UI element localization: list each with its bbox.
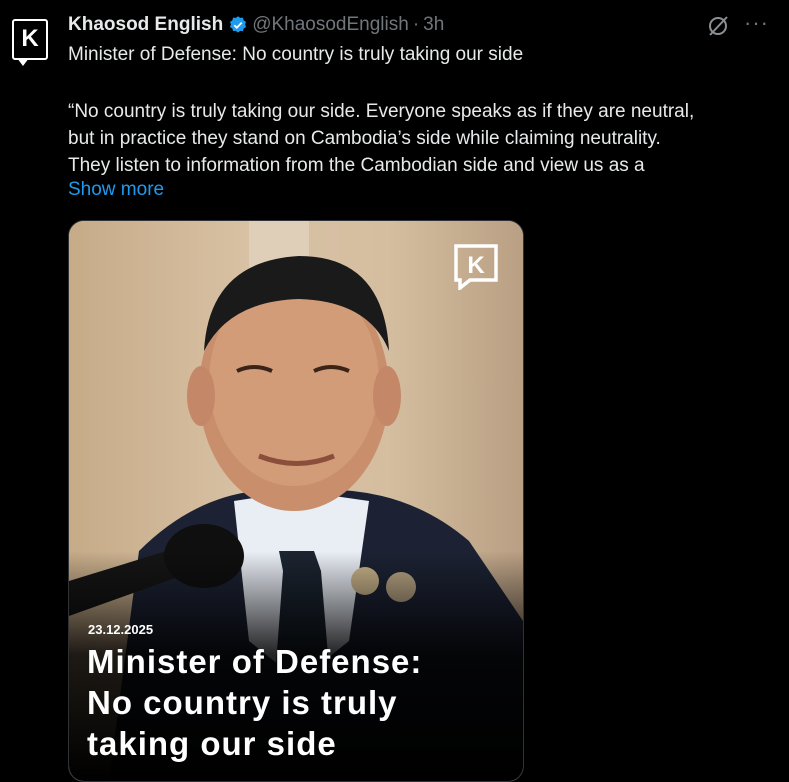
tweet-title: Minister of Defense: No country is truly… — [68, 44, 524, 65]
tweet-quote: “No country is truly taking our side. Ev… — [68, 98, 778, 179]
verified-badge-icon[interactable] — [228, 15, 248, 35]
quote-line: but in practice they stand on Cambodia’s… — [68, 128, 661, 149]
tweet-media[interactable]: K 23.12.2025 Minister of Defense: No cou… — [68, 220, 524, 782]
show-more-link[interactable]: Show more — [68, 179, 164, 201]
quote-line: “No country is truly taking our side. Ev… — [68, 101, 695, 122]
tweet-header: Khaosod English @KhaosodEnglish · 3h — [68, 14, 444, 36]
svg-text:K: K — [467, 252, 485, 279]
avatar-tail — [17, 58, 29, 66]
more-icon[interactable]: ··· — [744, 10, 769, 36]
headline-line: Minister of Defense: — [87, 643, 423, 680]
avatar-letter: K — [21, 25, 39, 52]
grok-icon[interactable] — [706, 14, 730, 38]
account-handle[interactable]: @KhaosodEnglish — [252, 14, 409, 36]
timestamp[interactable]: 3h — [423, 14, 444, 36]
media-headline: Minister of Defense: No country is truly… — [87, 641, 507, 764]
separator-dot: · — [412, 14, 420, 35]
khaosod-logo-icon: K — [454, 244, 498, 290]
quote-line: They listen to information from the Camb… — [68, 155, 645, 176]
headline-line: No country is truly — [87, 684, 398, 721]
account-name[interactable]: Khaosod English — [68, 14, 223, 36]
media-date: 23.12.2025 — [88, 622, 154, 637]
headline-line: taking our side — [87, 725, 337, 762]
avatar[interactable]: K — [12, 19, 48, 66]
